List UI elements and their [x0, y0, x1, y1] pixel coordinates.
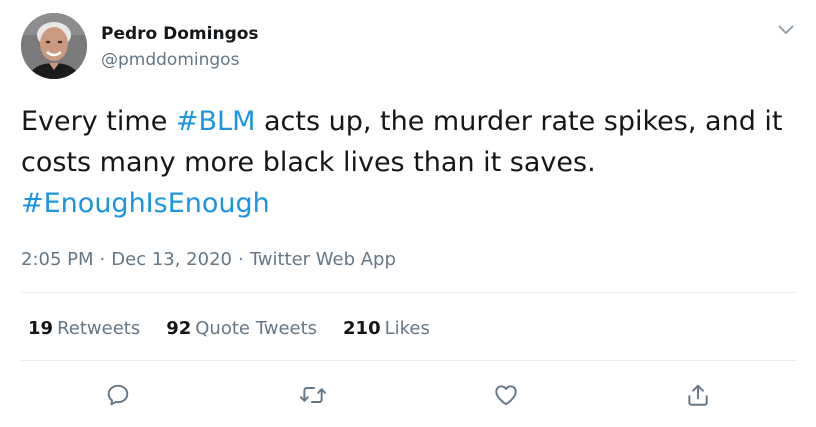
avatar-image [21, 13, 87, 79]
display-name[interactable]: Pedro Domingos [101, 22, 259, 46]
tweet-stats: 19 Retweets 92 Quote Tweets 210 Likes [28, 316, 456, 342]
reply-icon [107, 384, 129, 406]
likes-stat[interactable]: 210 Likes [343, 316, 430, 342]
tweet-text-part: Every time [21, 106, 176, 137]
retweets-stat[interactable]: 19 Retweets [28, 316, 140, 342]
divider [21, 360, 796, 361]
hashtag-blm[interactable]: #BLM [176, 106, 255, 137]
tweet-text: Every time #BLM acts up, the murder rate… [21, 101, 796, 224]
meta-separator: · [99, 249, 106, 270]
tweet-source[interactable]: Twitter Web App [250, 249, 396, 270]
likes-count: 210 [343, 318, 381, 339]
likes-label: Likes [384, 318, 430, 339]
tweet-date[interactable]: Dec 13, 2020 [111, 249, 232, 270]
meta-separator: · [237, 249, 244, 270]
action-bar [0, 378, 816, 412]
share-icon [688, 384, 708, 406]
retweet-button[interactable] [296, 378, 330, 412]
handle[interactable]: @pmddomingos [101, 48, 239, 72]
tweet-meta: 2:05 PM · Dec 13, 2020 · Twitter Web App [21, 247, 396, 273]
quote-tweets-stat[interactable]: 92 Quote Tweets [166, 316, 317, 342]
divider [21, 292, 796, 293]
share-button[interactable] [681, 378, 715, 412]
quote-tweets-count: 92 [166, 318, 192, 339]
reply-button[interactable] [101, 378, 135, 412]
quote-tweets-label: Quote Tweets [195, 318, 318, 339]
retweets-label: Retweets [57, 318, 141, 339]
hashtag-enoughisenough[interactable]: #EnoughIsEnough [21, 188, 270, 219]
chevron-down-icon [778, 25, 794, 34]
tweet-time[interactable]: 2:05 PM [21, 249, 94, 270]
retweet-icon [299, 387, 327, 403]
heart-icon [495, 385, 517, 406]
retweets-count: 19 [28, 318, 54, 339]
more-options-button[interactable] [772, 18, 800, 42]
avatar[interactable] [21, 13, 87, 79]
like-button[interactable] [489, 378, 523, 412]
